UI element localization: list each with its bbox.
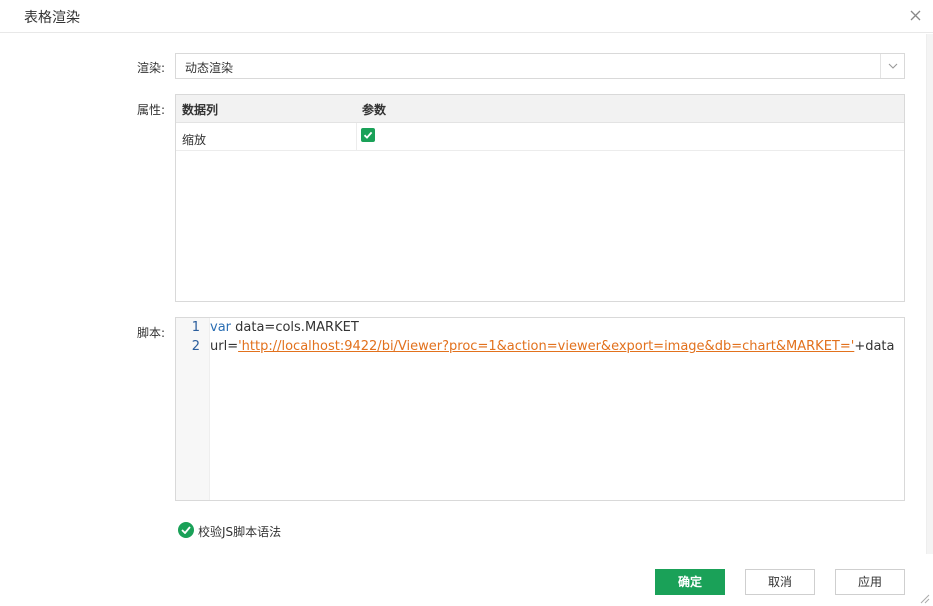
render-select-value: 动态渲染 <box>185 61 234 75</box>
code-line[interactable]: url='http://localhost:9422/bi/Viewer?pro… <box>210 339 895 354</box>
column-divider <box>356 123 357 151</box>
script-editor[interactable]: 1 2 var data=cols.MARKET url='http://loc… <box>175 317 905 501</box>
table-render-dialog: 表格渲染 渲染: 动态渲染 属性: 数据列 参数 缩放 脚本: 1 2 var … <box>0 0 933 606</box>
resize-grip-icon[interactable] <box>918 592 930 604</box>
render-label: 渲染: <box>136 61 165 75</box>
row-name-cell: 缩放 <box>182 133 207 147</box>
dialog-header: 表格渲染 <box>0 0 933 33</box>
close-icon[interactable] <box>905 5 927 27</box>
code-string: 'http://localhost:9422/bi/Viewer?proc=1&… <box>238 339 855 354</box>
code-text: +data <box>854 339 895 354</box>
code-keyword: var <box>210 320 232 335</box>
script-label: 脚本: <box>136 326 165 340</box>
column-header-data-column: 数据列 <box>182 103 219 117</box>
cancel-button[interactable]: 取消 <box>745 569 815 595</box>
code-line[interactable]: var data=cols.MARKET <box>210 320 359 335</box>
line-number: 1 <box>191 320 200 335</box>
zoom-checkbox[interactable] <box>361 128 375 142</box>
table-row[interactable]: 缩放 <box>176 123 904 151</box>
properties-table: 数据列 参数 缩放 <box>175 94 905 302</box>
vertical-scrollbar[interactable] <box>926 34 933 554</box>
properties-label: 属性: <box>136 103 165 117</box>
apply-button[interactable]: 应用 <box>835 569 905 595</box>
column-header-parameter: 参数 <box>362 103 387 117</box>
ok-button[interactable]: 确定 <box>655 569 725 595</box>
properties-table-header: 数据列 参数 <box>176 95 904 123</box>
code-text: data=cols.MARKET <box>231 320 359 335</box>
line-number: 2 <box>191 339 200 354</box>
line-number-gutter: 1 2 <box>176 318 210 500</box>
dialog-title: 表格渲染 <box>24 10 80 26</box>
validate-script-label: 校验JS脚本语法 <box>198 525 282 539</box>
code-text: url= <box>210 339 239 354</box>
chevron-down-icon[interactable] <box>880 54 904 78</box>
check-circle-icon <box>178 522 194 538</box>
render-select[interactable]: 动态渲染 <box>175 53 905 79</box>
